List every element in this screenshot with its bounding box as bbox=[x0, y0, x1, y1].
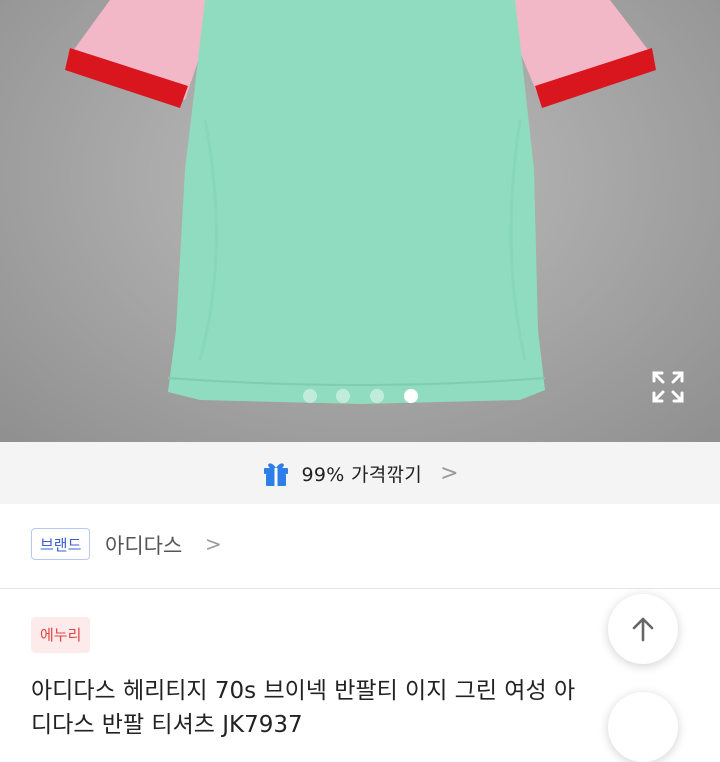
carousel-dot-active[interactable] bbox=[404, 389, 418, 403]
scroll-top-button[interactable] bbox=[608, 594, 678, 664]
floating-action-button[interactable] bbox=[608, 692, 678, 762]
carousel-dot[interactable] bbox=[303, 389, 317, 403]
arrow-up-icon bbox=[632, 617, 654, 642]
brand-tag: 브랜드 bbox=[31, 528, 91, 560]
expand-icon[interactable] bbox=[650, 369, 686, 405]
chevron-right-icon: > bbox=[205, 532, 222, 556]
price-cut-banner[interactable]: 99% 가격깎기 > bbox=[0, 442, 720, 504]
enuri-badge: 에누리 bbox=[31, 617, 91, 653]
brand-name-link[interactable]: 아디다스 bbox=[105, 530, 182, 560]
price-cut-label: 99% 가격깎기 bbox=[301, 463, 423, 486]
shirt-body bbox=[168, 0, 545, 404]
gift-icon bbox=[264, 463, 289, 486]
carousel-dot[interactable] bbox=[370, 389, 384, 403]
chevron-right-icon: > bbox=[440, 460, 459, 486]
carousel-dot[interactable] bbox=[336, 389, 350, 403]
carousel-indicator bbox=[0, 389, 720, 407]
product-image-carousel[interactable] bbox=[0, 0, 720, 442]
product-photo bbox=[65, 0, 656, 404]
